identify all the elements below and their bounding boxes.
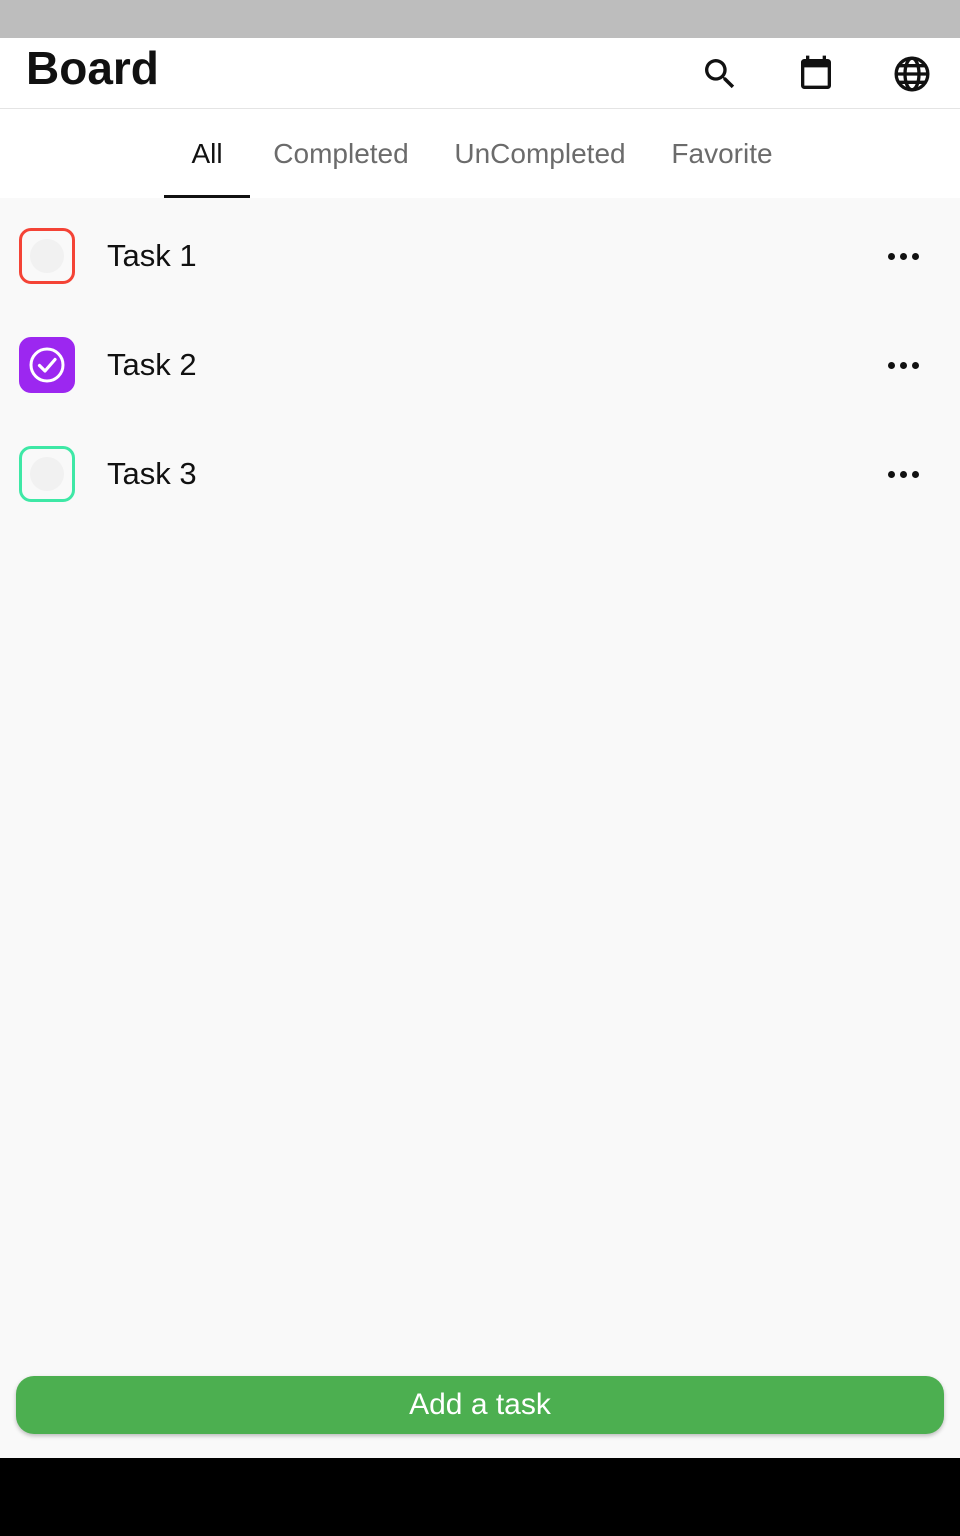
list-item[interactable]: Task 3 (0, 429, 960, 519)
tab-completed[interactable]: Completed (262, 109, 420, 198)
unchecked-circle-icon (30, 457, 64, 491)
more-options-icon[interactable] (878, 345, 928, 385)
add-task-button[interactable]: Add a task (16, 1376, 944, 1434)
app-bar: Board (0, 38, 960, 109)
task-label: Task 1 (107, 238, 197, 273)
tab-all[interactable]: All (164, 109, 250, 198)
search-icon[interactable] (696, 50, 744, 98)
filter-tabs: All Completed UnCompleted Favorite (0, 109, 960, 198)
more-options-icon[interactable] (878, 236, 928, 276)
task-label: Task 3 (107, 456, 197, 491)
tab-uncompleted[interactable]: UnCompleted (446, 109, 634, 198)
list-item[interactable]: Task 1 (0, 211, 960, 301)
task-checkbox[interactable] (19, 228, 75, 284)
task-label: Task 2 (107, 347, 197, 382)
list-item[interactable]: Task 2 (0, 320, 960, 410)
globe-icon[interactable] (888, 50, 936, 98)
check-circle-icon (29, 347, 65, 383)
active-tab-indicator (164, 195, 250, 198)
unchecked-circle-icon (30, 239, 64, 273)
tab-favorite[interactable]: Favorite (662, 109, 782, 198)
more-options-icon[interactable] (878, 454, 928, 494)
task-checkbox[interactable] (19, 337, 75, 393)
task-checkbox[interactable] (19, 446, 75, 502)
status-bar (0, 0, 960, 38)
calendar-icon[interactable] (792, 50, 840, 98)
page-title: Board (26, 42, 159, 94)
navigation-bar (0, 1458, 960, 1536)
